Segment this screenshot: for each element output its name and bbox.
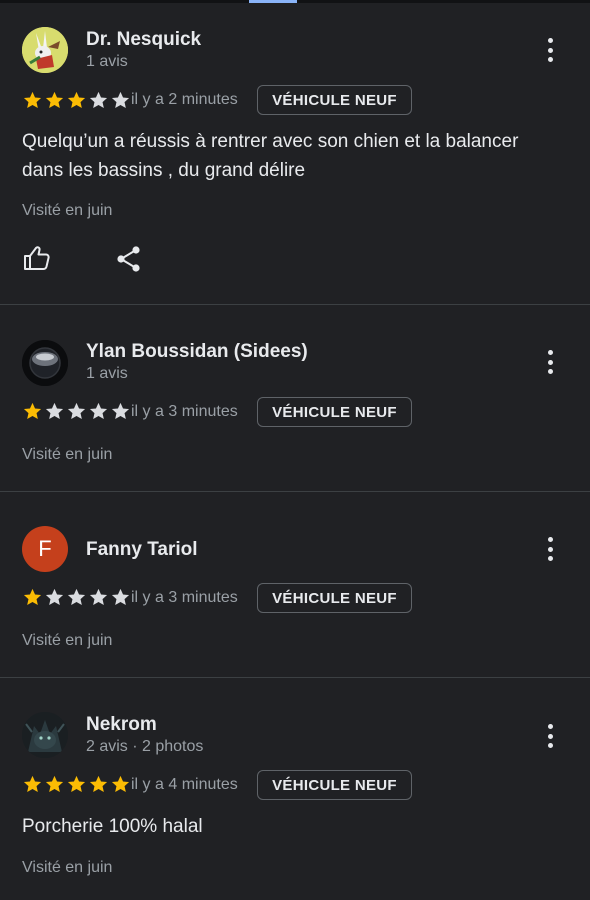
- star-filled-icon: [45, 91, 64, 109]
- star-empty-icon: [45, 588, 64, 606]
- star-empty-icon: [89, 402, 108, 420]
- visit-tag[interactable]: VÉHICULE NEUF: [257, 583, 412, 613]
- star-rating: [22, 90, 131, 112]
- more-options-button[interactable]: [540, 722, 560, 750]
- share-button[interactable]: [116, 245, 142, 273]
- divider: [0, 491, 590, 492]
- visited-date: Visité en juin: [22, 859, 113, 876]
- star-empty-icon: [111, 402, 130, 420]
- avatar-creature-image: [22, 712, 68, 758]
- star-empty-icon: [67, 588, 86, 606]
- like-button[interactable]: [22, 243, 52, 273]
- avatar[interactable]: [22, 27, 68, 73]
- review-time: il y a 3 minutes: [131, 589, 238, 606]
- visited-date: Visité en juin: [22, 202, 113, 219]
- star-rating: [22, 774, 131, 796]
- avatar-rabbit-image: [22, 27, 68, 73]
- avatar-letter: F: [38, 536, 52, 561]
- star-rating: [22, 401, 131, 423]
- reviewer-name[interactable]: Ylan Boussidan (Sidees): [86, 341, 308, 363]
- reviewer-name[interactable]: Nekrom: [86, 714, 157, 736]
- star-filled-icon: [111, 775, 130, 793]
- review-time: il y a 4 minutes: [131, 776, 238, 793]
- visit-tag[interactable]: VÉHICULE NEUF: [257, 85, 412, 115]
- reviewer-meta: 2 avis · 2 photos: [86, 738, 204, 755]
- avatar[interactable]: F: [22, 526, 68, 572]
- more-options-button[interactable]: [540, 36, 560, 64]
- star-empty-icon: [45, 402, 64, 420]
- visit-tag[interactable]: VÉHICULE NEUF: [257, 397, 412, 427]
- review-text: Quelqu’un a réussis à rentrer avec son c…: [22, 131, 519, 181]
- share-icon: [117, 246, 140, 272]
- thumbs-up-icon: [24, 246, 50, 270]
- star-empty-icon: [89, 588, 108, 606]
- star-filled-icon: [89, 775, 108, 793]
- star-empty-icon: [111, 91, 130, 109]
- divider: [0, 304, 590, 305]
- reviewer-name[interactable]: Fanny Tariol: [86, 539, 198, 561]
- star-filled-icon: [67, 91, 86, 109]
- star-empty-icon: [111, 588, 130, 606]
- star-filled-icon: [23, 588, 42, 606]
- reviewer-name[interactable]: Dr. Nesquick: [86, 29, 201, 51]
- reviewer-meta: 1 avis: [86, 365, 128, 382]
- review-text: Porcherie 100% halal: [22, 816, 203, 837]
- star-empty-icon: [89, 91, 108, 109]
- visit-tag[interactable]: VÉHICULE NEUF: [257, 770, 412, 800]
- reviewer-meta: 1 avis: [86, 53, 128, 70]
- star-rating: [22, 587, 131, 609]
- review-time: il y a 2 minutes: [131, 91, 238, 108]
- star-filled-icon: [23, 402, 42, 420]
- star-filled-icon: [23, 91, 42, 109]
- visited-date: Visité en juin: [22, 446, 113, 463]
- review-card: Dr. Nesquick 1 avis il y a 2 minutes VÉH…: [0, 0, 590, 304]
- review-time: il y a 3 minutes: [131, 403, 238, 420]
- divider: [0, 677, 590, 678]
- more-options-button[interactable]: [540, 348, 560, 376]
- avatar-sphere-image: [22, 340, 68, 386]
- star-filled-icon: [45, 775, 64, 793]
- avatar[interactable]: [22, 712, 68, 758]
- star-filled-icon: [23, 775, 42, 793]
- more-options-button[interactable]: [540, 535, 560, 563]
- visited-date: Visité en juin: [22, 632, 113, 649]
- avatar[interactable]: [22, 340, 68, 386]
- star-empty-icon: [67, 402, 86, 420]
- star-filled-icon: [67, 775, 86, 793]
